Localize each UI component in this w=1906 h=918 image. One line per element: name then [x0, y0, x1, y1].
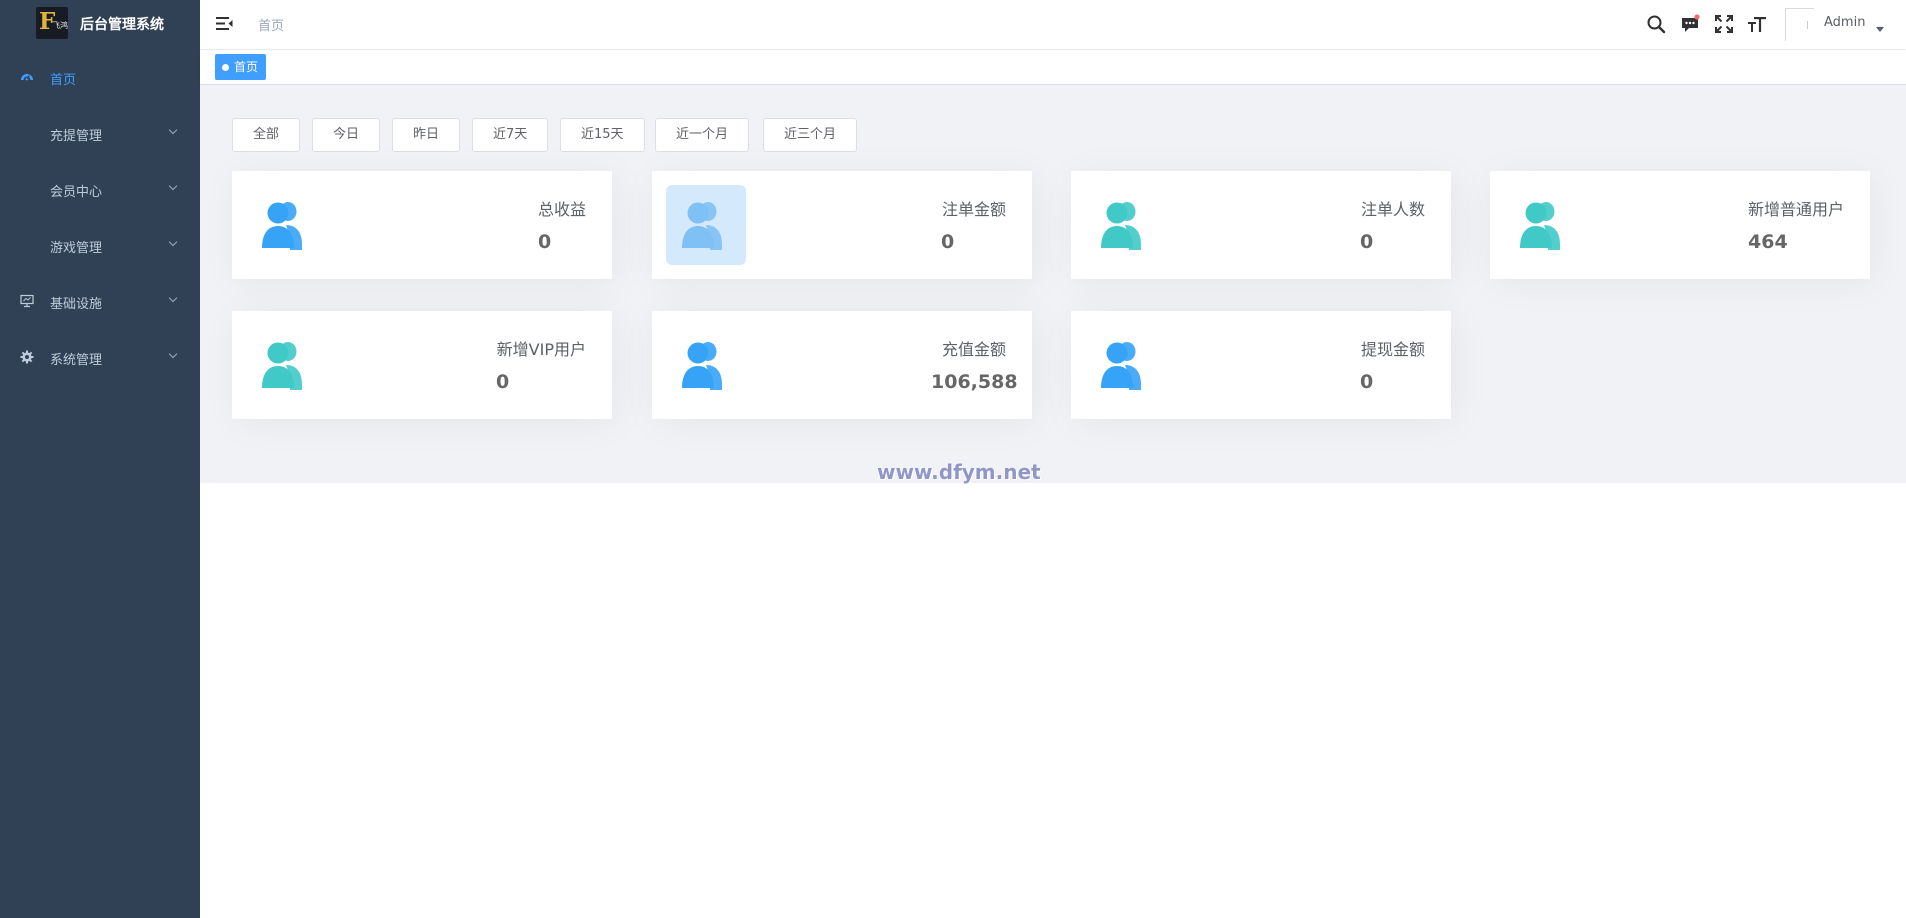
tag-dot-icon: [222, 64, 229, 71]
card-label: 注单人数: [1360, 200, 1425, 219]
stat-card-new-users[interactable]: 新增普通用户 464: [1490, 171, 1870, 279]
card-value: 0: [496, 371, 510, 393]
chevron-down-icon: [168, 181, 178, 191]
watermark: www.dfym.net: [877, 460, 1041, 484]
sidebar-item-label: 首页: [50, 73, 77, 88]
people-icon: [262, 202, 302, 250]
app-title: 后台管理系统: [80, 17, 164, 33]
card-value: 0: [538, 231, 552, 253]
filter-yesterday-button[interactable]: 昨日: [392, 118, 461, 152]
stat-card-withdraw[interactable]: 提现金额 0: [1071, 311, 1451, 419]
chevron-down-icon: [168, 349, 178, 359]
chevron-down-icon: [168, 293, 178, 303]
tag-label: 首页: [234, 60, 259, 74]
filter-3months-button[interactable]: 近三个月: [763, 118, 858, 152]
filter-month-button[interactable]: 近一个月: [655, 118, 750, 152]
tags-view: 首页: [200, 50, 1906, 85]
message-icon[interactable]: [1680, 14, 1700, 34]
top-navbar: 首页 Admin: [200, 0, 1906, 50]
chevron-down-icon: [168, 237, 178, 247]
icon-wrap: [246, 325, 326, 405]
sidebar: F 飞鸿 后台管理系统 首页 充提管理 会员中心 游戏管理 基础设施 系统管理: [0, 0, 200, 918]
filter-all-button[interactable]: 全部: [232, 118, 301, 152]
card-label: 充值金额: [941, 340, 1006, 359]
gear-icon: [20, 350, 34, 364]
card-label: 总收益: [537, 200, 586, 219]
monitor-icon: [20, 294, 34, 308]
icon-wrap: [666, 325, 746, 405]
stat-card-new-vip[interactable]: 新增VIP用户 0: [232, 311, 612, 419]
icon-wrap: [1504, 185, 1584, 265]
chevron-down-icon: [168, 125, 178, 135]
icon-wrap: [666, 185, 746, 265]
sidebar-item-members[interactable]: 会员中心: [0, 162, 200, 218]
avatar[interactable]: [1785, 8, 1814, 41]
icon-wrap: [246, 185, 326, 265]
people-icon: [1101, 342, 1141, 390]
sidebar-item-label: 充提管理: [50, 129, 103, 144]
dashboard-icon: [21, 74, 33, 81]
card-label: 提现金额: [1360, 340, 1425, 359]
logo-area[interactable]: F 飞鸿 后台管理系统: [0, 0, 200, 46]
fullscreen-icon[interactable]: [1714, 14, 1734, 34]
sidebar-item-infrastructure[interactable]: 基础设施: [0, 274, 200, 330]
card-label: 新增普通用户: [1747, 200, 1844, 219]
stat-card-total-income[interactable]: 总收益 0: [232, 171, 612, 279]
caret-down-icon[interactable]: [1876, 27, 1884, 32]
card-value: 106,588: [931, 371, 1018, 393]
avatar-broken-image-mark: [1807, 21, 1808, 29]
logo-small-text: 飞鸿: [52, 21, 68, 30]
stat-card-recharge[interactable]: 充值金额 106,588: [652, 311, 1032, 419]
sidebar-item-system[interactable]: 系统管理: [0, 330, 200, 386]
breadcrumb: 首页: [258, 19, 285, 34]
people-icon: [682, 342, 722, 390]
sidebar-item-label: 系统管理: [50, 353, 103, 368]
card-value: 0: [1360, 371, 1374, 393]
people-icon: [1101, 202, 1141, 250]
logo-icon: F 飞鸿: [36, 7, 68, 39]
sidebar-item-label: 会员中心: [50, 185, 103, 200]
people-icon: [262, 342, 302, 390]
hamburger-icon[interactable]: [216, 16, 233, 31]
sidebar-item-home[interactable]: 首页: [0, 50, 200, 106]
people-icon: [682, 202, 722, 250]
stat-card-bet-users[interactable]: 注单人数 0: [1071, 171, 1451, 279]
sidebar-item-games[interactable]: 游戏管理: [0, 218, 200, 274]
search-icon[interactable]: [1646, 14, 1666, 34]
sidebar-item-recharge[interactable]: 充提管理: [0, 106, 200, 162]
card-value: 464: [1748, 231, 1788, 253]
user-name[interactable]: Admin: [1824, 15, 1865, 30]
card-label: 新增VIP用户: [496, 340, 586, 359]
filter-7days-button[interactable]: 近7天: [472, 118, 549, 152]
icon-wrap: [1085, 185, 1165, 265]
filter-today-button[interactable]: 今日: [312, 118, 381, 152]
card-value: 0: [1360, 231, 1374, 253]
font-size-icon[interactable]: [1747, 14, 1767, 34]
people-icon: [1520, 202, 1560, 250]
filter-15days-button[interactable]: 近15天: [560, 118, 645, 152]
tag-home[interactable]: 首页: [215, 54, 267, 80]
icon-wrap: [1085, 325, 1165, 405]
card-value: 0: [941, 231, 955, 253]
sidebar-item-label: 游戏管理: [50, 241, 103, 256]
stat-card-bet-amount[interactable]: 注单金额 0: [652, 171, 1032, 279]
sidebar-item-label: 基础设施: [50, 297, 103, 312]
card-label: 注单金额: [941, 200, 1006, 219]
